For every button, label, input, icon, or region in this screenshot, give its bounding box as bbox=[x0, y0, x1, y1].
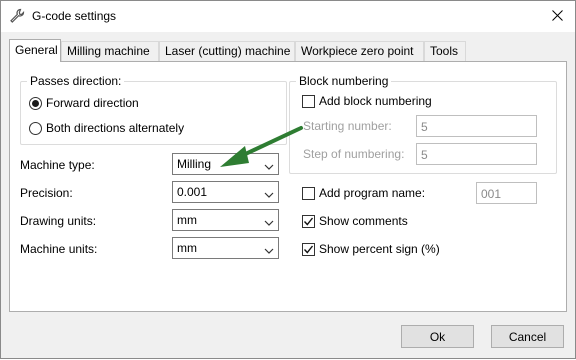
add-block-numbering-option[interactable]: Add block numbering bbox=[302, 94, 432, 108]
machine-type-select[interactable]: Milling bbox=[172, 153, 279, 175]
add-block-numbering-label: Add block numbering bbox=[319, 94, 432, 108]
passes-direction-title: Passes direction: bbox=[27, 74, 125, 88]
checkmark-icon bbox=[303, 245, 314, 254]
window-title: G-code settings bbox=[32, 9, 117, 23]
block-numbering-title: Block numbering bbox=[296, 74, 392, 88]
chevron-down-icon bbox=[264, 188, 274, 198]
add-block-numbering-checkbox[interactable] bbox=[302, 94, 315, 108]
close-icon bbox=[551, 9, 563, 24]
starting-number-input[interactable]: 5 bbox=[416, 115, 537, 137]
close-button[interactable] bbox=[539, 1, 575, 32]
tab-laser-cutting-machine[interactable]: Laser (cutting) machine bbox=[159, 41, 295, 61]
add-program-name-checkbox[interactable] bbox=[302, 186, 315, 200]
show-comments-label: Show comments bbox=[319, 214, 408, 228]
machine-units-label: Machine units: bbox=[20, 242, 98, 256]
tab-milling-machine[interactable]: Milling machine bbox=[61, 41, 159, 61]
tab-general[interactable]: General bbox=[9, 39, 61, 62]
precision-value: 0.001 bbox=[177, 185, 208, 199]
general-panel: Passes direction: Forward direction Both… bbox=[9, 61, 567, 312]
add-program-name-label: Add program name: bbox=[319, 186, 426, 200]
precision-label: Precision: bbox=[20, 186, 73, 200]
show-percent-sign-checkbox[interactable] bbox=[302, 242, 315, 256]
add-program-name-option[interactable]: Add program name: bbox=[302, 186, 425, 200]
forward-direction-option[interactable]: Forward direction bbox=[29, 96, 139, 110]
chevron-down-icon bbox=[264, 244, 274, 254]
both-directions-label: Both directions alternately bbox=[46, 121, 185, 135]
tab-workpiece-zero-point[interactable]: Workpiece zero point bbox=[295, 41, 424, 61]
program-name-input[interactable]: 001 bbox=[476, 182, 537, 204]
both-directions-radio[interactable] bbox=[29, 121, 42, 135]
gcode-settings-dialog: G-code settings General Milling machine … bbox=[0, 0, 576, 359]
wrench-icon bbox=[9, 8, 25, 24]
forward-direction-label: Forward direction bbox=[46, 96, 139, 110]
show-percent-sign-option[interactable]: Show percent sign (%) bbox=[302, 242, 440, 256]
drawing-units-select[interactable]: mm bbox=[172, 209, 279, 231]
program-name-value: 001 bbox=[481, 187, 502, 201]
starting-number-label: Starting number: bbox=[303, 119, 392, 133]
ok-button[interactable]: Ok bbox=[401, 325, 474, 348]
passes-direction-group: Passes direction: Forward direction Both… bbox=[20, 74, 287, 145]
title-bar[interactable]: G-code settings bbox=[1, 1, 575, 32]
forward-direction-radio[interactable] bbox=[29, 96, 42, 110]
checkmark-icon bbox=[303, 217, 314, 226]
step-of-numbering-value: 5 bbox=[421, 148, 428, 162]
step-of-numbering-label: Step of numbering: bbox=[303, 147, 405, 161]
step-of-numbering-input[interactable]: 5 bbox=[416, 143, 537, 165]
machine-type-value: Milling bbox=[177, 157, 212, 171]
both-directions-option[interactable]: Both directions alternately bbox=[29, 121, 184, 135]
show-comments-checkbox[interactable] bbox=[302, 214, 315, 228]
drawing-units-value: mm bbox=[177, 213, 197, 227]
precision-select[interactable]: 0.001 bbox=[172, 181, 279, 203]
machine-units-select[interactable]: mm bbox=[172, 237, 279, 259]
tab-tools[interactable]: Tools bbox=[424, 41, 466, 61]
chevron-down-icon bbox=[264, 160, 274, 170]
block-numbering-group: Block numbering Add block numbering Star… bbox=[289, 74, 557, 174]
cancel-button[interactable]: Cancel bbox=[491, 325, 564, 348]
starting-number-value: 5 bbox=[421, 120, 428, 134]
show-comments-option[interactable]: Show comments bbox=[302, 214, 408, 228]
machine-units-value: mm bbox=[177, 241, 197, 255]
show-percent-sign-label: Show percent sign (%) bbox=[319, 242, 440, 256]
chevron-down-icon bbox=[264, 216, 274, 226]
drawing-units-label: Drawing units: bbox=[20, 214, 97, 228]
machine-type-label: Machine type: bbox=[20, 158, 95, 172]
